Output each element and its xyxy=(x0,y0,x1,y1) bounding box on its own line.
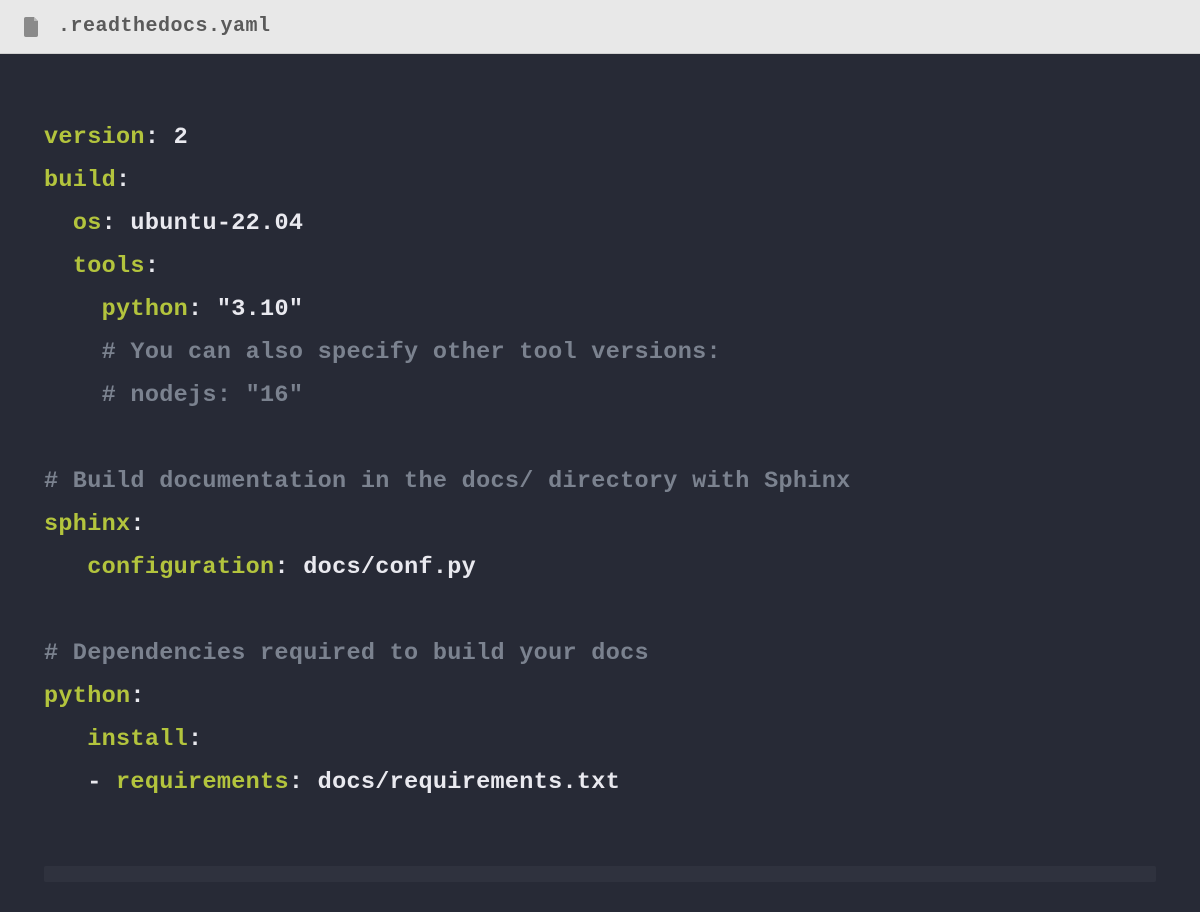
yaml-key: configuration xyxy=(87,554,274,581)
indent xyxy=(44,554,87,581)
yaml-key: os xyxy=(73,210,102,237)
yaml-key: version xyxy=(44,124,145,151)
indent xyxy=(44,339,102,366)
colon: : xyxy=(145,253,159,280)
indent xyxy=(44,210,73,237)
yaml-value: docs/conf.py xyxy=(289,554,476,581)
code-block: version: 2 build: os: ubuntu-22.04 tools… xyxy=(44,116,1156,804)
yaml-value: "3.10" xyxy=(202,296,303,323)
yaml-comment: # nodejs: "16" xyxy=(102,382,304,409)
yaml-key: python xyxy=(44,683,130,710)
dash: - xyxy=(87,769,116,796)
yaml-value: ubuntu-22.04 xyxy=(116,210,303,237)
colon: : xyxy=(145,124,159,151)
colon: : xyxy=(130,683,144,710)
yaml-key: build xyxy=(44,167,116,194)
yaml-key: python xyxy=(102,296,188,323)
colon: : xyxy=(289,769,303,796)
yaml-value: 2 xyxy=(159,124,188,151)
yaml-comment: # Dependencies required to build your do… xyxy=(44,640,649,667)
colon: : xyxy=(116,167,130,194)
filename: .readthedocs.yaml xyxy=(58,15,271,38)
yaml-comment: # You can also specify other tool versio… xyxy=(102,339,721,366)
indent xyxy=(44,769,87,796)
code-editor: version: 2 build: os: ubuntu-22.04 tools… xyxy=(0,54,1200,912)
indent xyxy=(44,726,87,753)
file-icon xyxy=(24,17,40,37)
indent xyxy=(44,296,102,323)
yaml-comment: # Build documentation in the docs/ direc… xyxy=(44,468,851,495)
yaml-key: install xyxy=(87,726,188,753)
colon: : xyxy=(102,210,116,237)
indent xyxy=(44,253,73,280)
yaml-key: sphinx xyxy=(44,511,130,538)
colon: : xyxy=(130,511,144,538)
yaml-value: docs/requirements.txt xyxy=(303,769,620,796)
file-header: .readthedocs.yaml xyxy=(0,0,1200,54)
yaml-key: tools xyxy=(73,253,145,280)
colon: : xyxy=(188,726,202,753)
colon: : xyxy=(188,296,202,323)
colon: : xyxy=(274,554,288,581)
indent xyxy=(44,382,102,409)
horizontal-scrollbar[interactable] xyxy=(44,866,1156,882)
yaml-key: requirements xyxy=(116,769,289,796)
